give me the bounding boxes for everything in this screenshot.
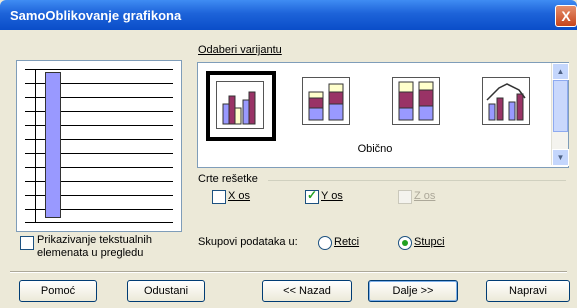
x-axis-checkbox[interactable] <box>212 190 226 204</box>
variant-column-normal[interactable] <box>206 71 276 141</box>
preview-text-label-2: elemenata u pregledu <box>37 247 144 259</box>
finish-button[interactable]: Napravi <box>486 280 570 302</box>
title-bar[interactable]: SamoOblikovanje grafikona X <box>0 0 577 30</box>
preview-plot-area <box>25 69 173 223</box>
dialog-title: SamoOblikovanje grafikona <box>10 8 182 23</box>
y-axis-label: Y os <box>321 190 343 202</box>
scroll-down-icon[interactable]: ▼ <box>552 149 569 166</box>
help-button[interactable]: Pomoć <box>19 280 97 302</box>
close-button[interactable]: X <box>555 5 577 27</box>
variants-label: Odaberi varijantu <box>198 44 282 56</box>
column-stacked-icon <box>302 77 350 125</box>
columns-label: Stupci <box>414 236 445 248</box>
variant-column-percent[interactable] <box>386 71 448 133</box>
preview-bar <box>45 72 61 218</box>
preview-y-axis <box>35 69 36 223</box>
preview-text-checkbox[interactable] <box>20 236 34 250</box>
z-axis-label: Z os <box>414 190 436 202</box>
autoformat-chart-dialog: SamoOblikovanje grafikona X Prikazivanje… <box>0 0 577 308</box>
cancel-label: Odustani <box>143 285 189 297</box>
preview-gridline <box>25 222 173 223</box>
variant-column-stacked[interactable] <box>296 71 358 133</box>
column-percent-icon <box>392 77 440 125</box>
data-series-label: Skupovi podataka u: <box>198 236 298 248</box>
gridlines-label: Crte rešetke <box>198 173 258 185</box>
variants-scrollbar[interactable]: ▲ ▼ <box>551 63 569 166</box>
column-line-icon <box>482 77 530 125</box>
y-axis-checkbox[interactable] <box>305 188 319 204</box>
preview-text-label-1: Prikazivanje tekstualnih <box>37 234 152 246</box>
scroll-thumb[interactable] <box>553 80 568 132</box>
chart-preview <box>16 60 182 232</box>
z-axis-checkbox[interactable] <box>398 190 412 204</box>
rows-radio[interactable] <box>318 236 332 250</box>
next-label: Dalje >> <box>392 285 434 297</box>
scroll-up-icon[interactable]: ▲ <box>552 63 569 80</box>
variant-column-line[interactable] <box>476 71 538 133</box>
rows-label: Retci <box>334 236 360 248</box>
finish-label: Napravi <box>509 285 547 297</box>
next-button[interactable]: Dalje >> <box>368 280 458 302</box>
variant-caption: Obično <box>357 143 393 155</box>
preview-gridline <box>25 69 173 70</box>
close-icon: X <box>561 8 571 24</box>
columns-radio[interactable] <box>398 236 412 250</box>
x-axis-label: X os <box>228 190 251 202</box>
variants-list: Obično ▲ ▼ <box>197 62 569 168</box>
help-label: Pomoć <box>40 285 76 297</box>
button-separator <box>10 271 567 273</box>
back-button[interactable]: << Nazad <box>262 280 352 302</box>
cancel-button[interactable]: Odustani <box>127 280 205 302</box>
gridlines-divider <box>268 180 566 181</box>
back-label: << Nazad <box>283 285 331 297</box>
column-normal-icon <box>216 81 264 129</box>
